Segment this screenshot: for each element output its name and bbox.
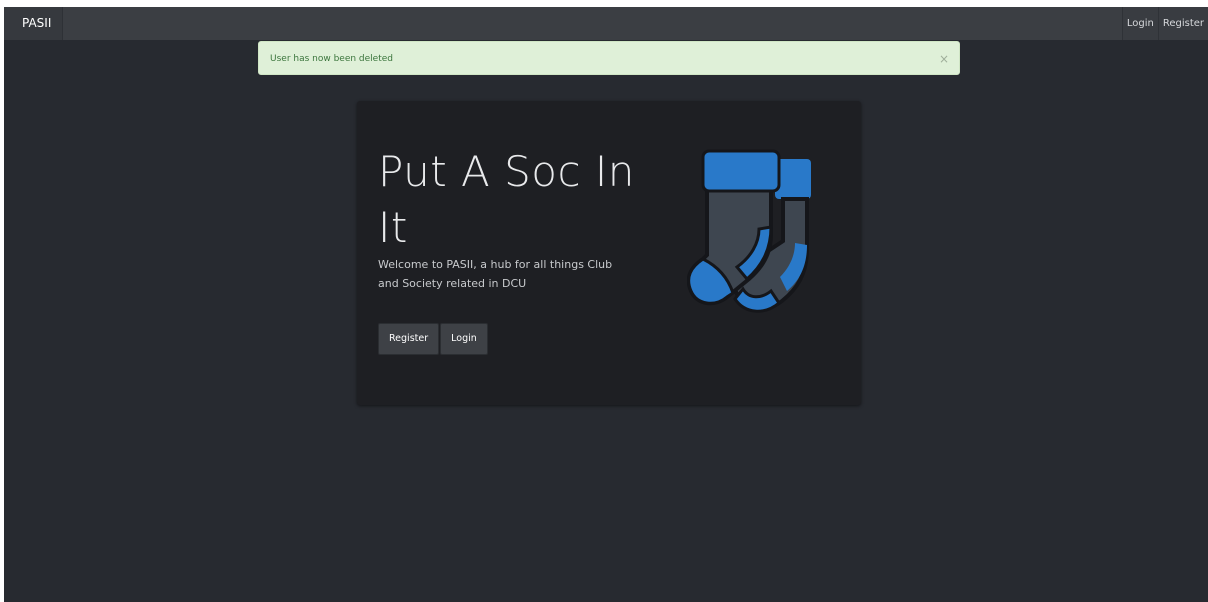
brand-link[interactable]: PASII [4,7,64,40]
nav-login-link[interactable]: Login [1121,7,1158,40]
nav-links: Login Register [1121,7,1208,40]
close-icon[interactable]: × [939,42,949,76]
alert-message: User has now been deleted [270,54,393,64]
register-button[interactable]: Register [378,323,440,355]
socks-icon [687,149,811,313]
top-navbar: PASII Login Register [4,7,1208,40]
login-button[interactable]: Login [440,323,488,355]
hero-subtitle: Welcome to PASII, a hub for all things C… [378,258,613,290]
hero-title: Put A Soc In It [378,147,635,252]
hero-panel: Put A Soc In It Welcome to PASII, a hub … [357,101,861,405]
success-alert: User has now been deleted × [258,41,960,75]
nav-register-link[interactable]: Register [1157,7,1208,40]
app-viewport: PASII Login Register User has now been d… [4,7,1208,602]
hero-button-group: Register Login [378,323,489,355]
